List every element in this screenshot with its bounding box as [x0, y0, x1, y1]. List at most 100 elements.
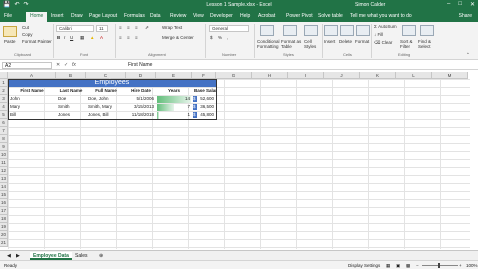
- column-header-c[interactable]: C: [86, 72, 126, 79]
- tab-help[interactable]: Help: [240, 13, 250, 19]
- align-bottom-icon[interactable]: ≡: [135, 25, 138, 30]
- user-name[interactable]: Simon Calder: [355, 2, 385, 8]
- zoom-level[interactable]: 100%: [466, 263, 478, 268]
- column-header-b[interactable]: B: [56, 72, 86, 79]
- tab-review[interactable]: Review: [170, 13, 186, 19]
- row-header-4[interactable]: 4: [0, 103, 8, 111]
- maximize-icon[interactable]: □: [458, 1, 462, 8]
- zoom-in-icon[interactable]: +: [459, 263, 462, 268]
- tab-acrobat[interactable]: Acrobat: [258, 13, 275, 19]
- paste-button[interactable]: Paste: [4, 39, 16, 44]
- row-header-9[interactable]: 9: [0, 143, 8, 151]
- insert-cells-button[interactable]: Insert: [324, 39, 335, 44]
- align-left-icon[interactable]: ≡: [119, 35, 122, 40]
- align-center-icon[interactable]: ≡: [127, 35, 130, 40]
- conditional-formatting-icon[interactable]: [260, 25, 274, 36]
- column-header-k[interactable]: K: [360, 72, 396, 79]
- column-header-g[interactable]: G: [216, 72, 252, 79]
- conditional-formatting-button[interactable]: Conditional Formatting: [257, 39, 281, 49]
- find-select-icon[interactable]: [420, 25, 434, 36]
- column-header-m[interactable]: M: [432, 72, 468, 79]
- enter-icon[interactable]: ✓: [64, 62, 68, 68]
- tab-file[interactable]: File: [4, 13, 12, 19]
- format-as-table-icon[interactable]: [283, 25, 297, 36]
- row-header-3[interactable]: 3: [0, 95, 8, 103]
- row-header-5[interactable]: 5: [0, 111, 8, 119]
- wrap-text-button[interactable]: Wrap Text: [162, 25, 182, 30]
- zoom-slider[interactable]: [422, 265, 458, 266]
- display-settings-button[interactable]: Display Settings: [348, 263, 380, 268]
- sheet-tab-employee-data[interactable]: Employee Data: [30, 252, 72, 260]
- fill-button[interactable]: ↓ Fill: [374, 32, 383, 37]
- row-header-21[interactable]: 21: [0, 239, 8, 247]
- tab-view[interactable]: View: [193, 13, 204, 19]
- paste-icon[interactable]: [3, 26, 17, 37]
- tab-power-pivot[interactable]: Power Pivot: [286, 13, 313, 19]
- align-right-icon[interactable]: ≡: [135, 35, 138, 40]
- name-box[interactable]: A2: [2, 62, 52, 69]
- row-header-19[interactable]: 19: [0, 223, 8, 231]
- column-header-e[interactable]: E: [156, 72, 192, 79]
- row-header-2[interactable]: 2: [0, 87, 8, 95]
- formula-input[interactable]: First Name: [128, 62, 152, 68]
- format-painter-button[interactable]: Format Painter: [22, 39, 52, 44]
- merge-center-button[interactable]: Merge & Center: [162, 35, 194, 40]
- share-button[interactable]: Share: [459, 13, 472, 19]
- tab-home[interactable]: Home: [26, 12, 48, 22]
- page-layout-view-icon[interactable]: ▣: [396, 263, 400, 269]
- delete-cells-icon[interactable]: [340, 25, 354, 36]
- column-header-d[interactable]: D: [126, 72, 156, 79]
- row-header-7[interactable]: 7: [0, 127, 8, 135]
- cancel-icon[interactable]: ✕: [56, 62, 60, 68]
- align-top-icon[interactable]: ≡: [119, 25, 122, 30]
- zoom-slider-thumb[interactable]: [438, 263, 440, 268]
- tab-draw[interactable]: Draw: [71, 13, 83, 19]
- underline-icon[interactable]: U: [70, 35, 73, 40]
- copy-button[interactable]: Copy: [22, 32, 33, 37]
- normal-view-icon[interactable]: ▦: [386, 263, 390, 269]
- select-all-button[interactable]: [0, 72, 8, 79]
- bold-icon[interactable]: B: [57, 35, 60, 40]
- row-header-20[interactable]: 20: [0, 231, 8, 239]
- fill-color-icon[interactable]: ▲: [90, 35, 94, 40]
- row-header-8[interactable]: 8: [0, 135, 8, 143]
- tab-developer[interactable]: Developer: [210, 13, 233, 19]
- sort-filter-button[interactable]: Sort & Filter: [400, 39, 416, 49]
- autosum-button[interactable]: Σ AutoSum: [374, 24, 397, 29]
- tab-insert[interactable]: Insert: [51, 13, 64, 19]
- tab-formulas[interactable]: Formulas: [124, 13, 145, 19]
- italic-icon[interactable]: I: [64, 35, 65, 40]
- format-as-table-button[interactable]: Format as Table: [281, 39, 303, 49]
- font-size-select[interactable]: 11: [96, 25, 108, 32]
- column-header-j[interactable]: J: [324, 72, 360, 79]
- column-header-i[interactable]: I: [288, 72, 324, 79]
- cell-styles-button[interactable]: Cell Styles: [304, 39, 320, 49]
- row-header-6[interactable]: 6: [0, 119, 8, 127]
- align-middle-icon[interactable]: ≡: [127, 25, 130, 30]
- cell-styles-icon[interactable]: [304, 25, 318, 36]
- minimize-icon[interactable]: –: [447, 1, 450, 8]
- column-header-l[interactable]: L: [396, 72, 432, 79]
- add-sheet-icon[interactable]: ⊕: [96, 252, 106, 260]
- row-header-17[interactable]: 17: [0, 207, 8, 215]
- currency-icon[interactable]: $: [210, 35, 213, 40]
- font-color-icon[interactable]: A: [100, 35, 103, 40]
- row-header-18[interactable]: 18: [0, 215, 8, 223]
- row-header-14[interactable]: 14: [0, 183, 8, 191]
- format-cells-icon[interactable]: [356, 25, 370, 36]
- tab-data[interactable]: Data: [150, 13, 161, 19]
- next-sheet-icon[interactable]: ▶: [13, 252, 23, 260]
- insert-function-button[interactable]: fx: [72, 62, 76, 68]
- number-format-select[interactable]: General: [209, 25, 249, 32]
- comma-icon[interactable]: ,: [227, 35, 228, 40]
- insert-cells-icon[interactable]: [324, 25, 338, 36]
- sort-filter-icon[interactable]: [402, 25, 416, 36]
- collapse-ribbon-icon[interactable]: ⌃: [466, 52, 470, 58]
- column-header-f[interactable]: F: [192, 72, 216, 79]
- tab-solve-table[interactable]: Solve table: [318, 13, 343, 19]
- zoom-out-icon[interactable]: −: [416, 263, 419, 268]
- column-header-a[interactable]: A: [8, 72, 56, 79]
- close-icon[interactable]: ✕: [470, 1, 475, 8]
- page-break-view-icon[interactable]: ▩: [406, 263, 410, 269]
- row-header-12[interactable]: 12: [0, 167, 8, 175]
